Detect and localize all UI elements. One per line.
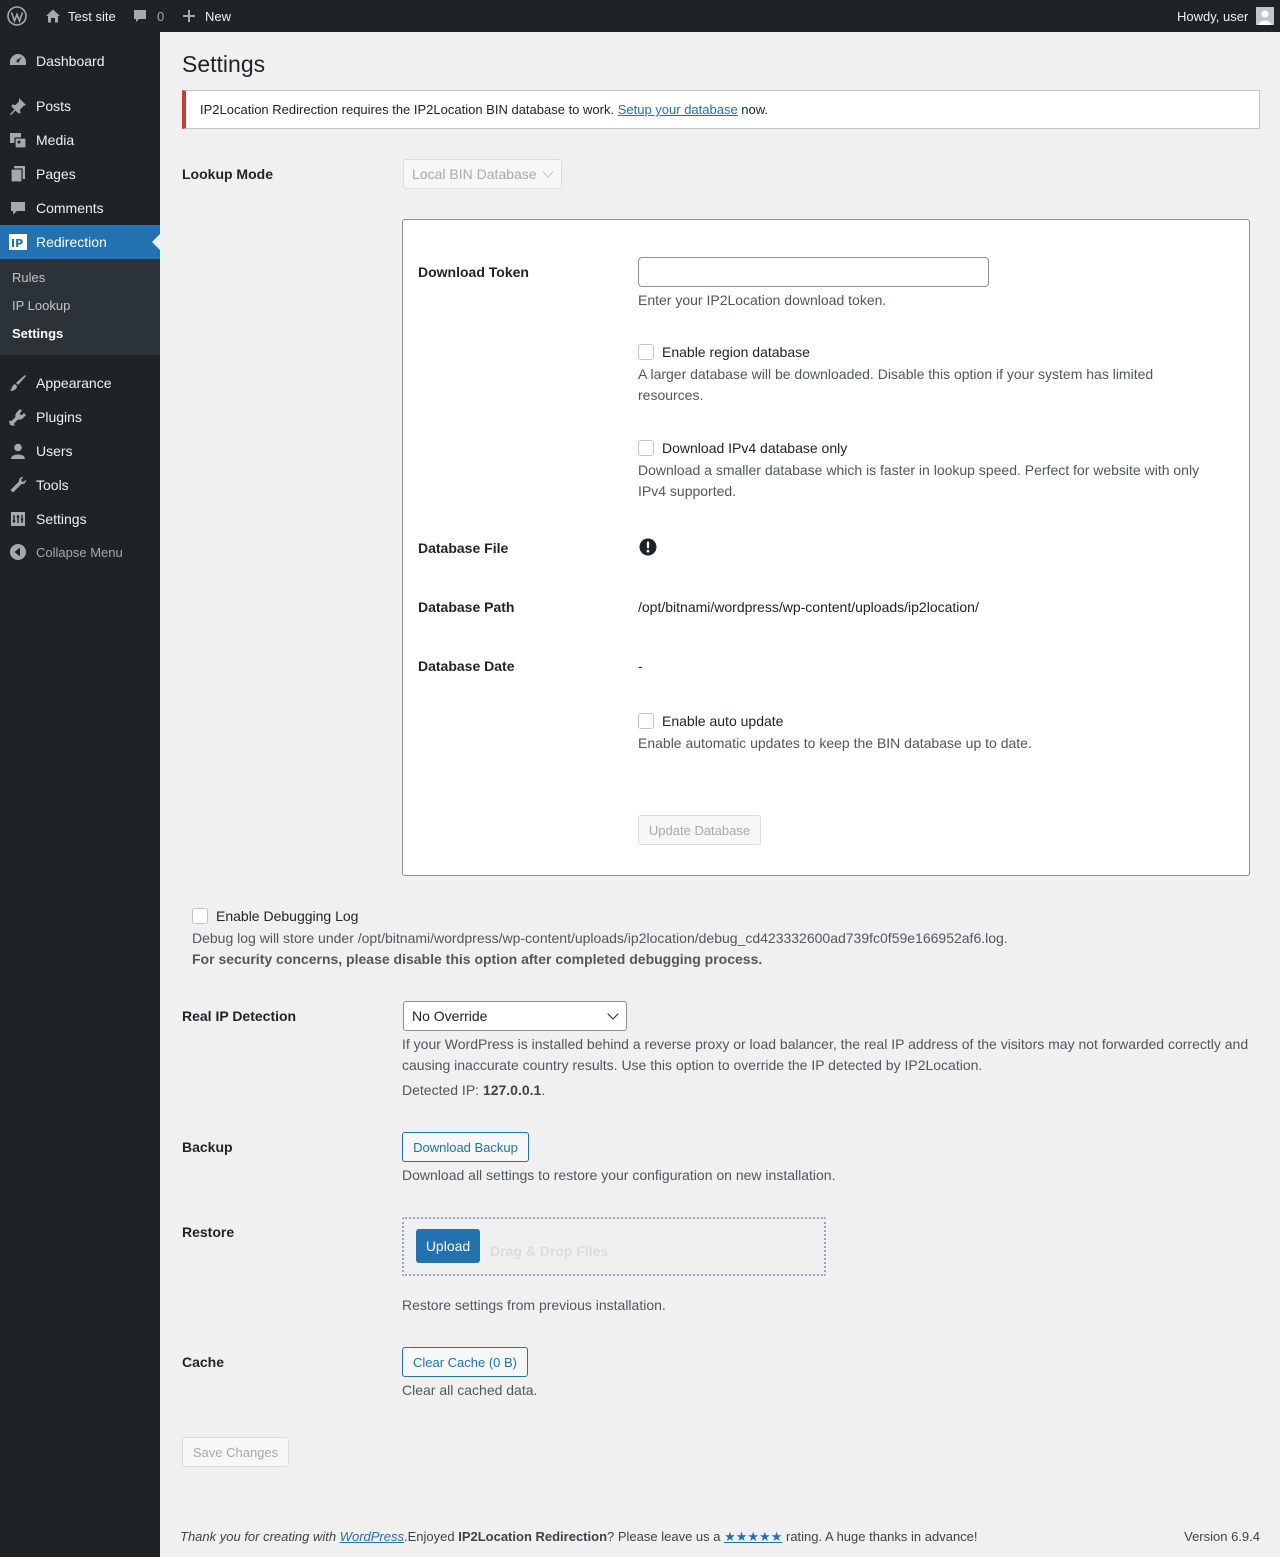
sidebar-item-redirection[interactable]: IP Redirection [0, 225, 160, 259]
download-token-label: Download Token [418, 264, 529, 280]
sidebar-item-users[interactable]: Users [0, 434, 160, 468]
bin-database-panel [402, 219, 1250, 876]
wrench-icon [10, 476, 27, 493]
restore-label: Restore [182, 1224, 235, 1240]
download-token-description: Enter your IP2Location download token. [638, 292, 887, 308]
sidebar-item-comments[interactable]: Comments [0, 191, 160, 225]
comments-count: 0 [157, 8, 165, 24]
avatar [1256, 7, 1275, 25]
lookup-mode-label: Lookup Mode [182, 166, 273, 182]
submenu-item-settings[interactable]: Settings [12, 324, 63, 344]
wordpress-link[interactable]: WordPress [340, 1529, 404, 1544]
new-content-link[interactable]: New [182, 0, 231, 32]
lookup-mode-select[interactable]: Local BIN Database [403, 159, 562, 189]
comment-icon [134, 10, 146, 22]
real-ip-detection-label: Real IP Detection [182, 1008, 297, 1024]
restore-description: Restore settings from previous installat… [402, 1297, 666, 1313]
auto-update-label[interactable]: Enable auto update [662, 713, 783, 729]
region-database-checkbox[interactable] [638, 344, 654, 360]
wordpress-logo-icon[interactable] [7, 0, 27, 32]
detected-ip-text: Detected IP: 127.0.0.1. [402, 1082, 546, 1098]
update-database-button[interactable]: Update Database [638, 815, 761, 845]
media-icon [10, 133, 27, 149]
database-date-label: Database Date [418, 658, 515, 674]
restore-dropzone[interactable]: Upload Drag & Drop Files [402, 1217, 826, 1276]
plugin-name: IP2Location Redirection [458, 1529, 608, 1544]
chevron-down-icon [542, 166, 554, 178]
site-home-link[interactable]: Test site [44, 0, 116, 32]
sidebar-item-tools[interactable]: Tools [0, 468, 160, 502]
paintbrush-icon [10, 375, 26, 391]
footer-text: Thank you for creating with WordPress.En… [180, 1529, 978, 1544]
ipv4-only-description: Download a smaller database which is fas… [638, 462, 1200, 499]
detected-ip-value: 127.0.0.1 [482, 1082, 542, 1098]
upload-button[interactable]: Upload [416, 1229, 480, 1263]
backup-description: Download all settings to restore your co… [402, 1167, 836, 1183]
submenu-item-ip-lookup[interactable]: IP Lookup [12, 296, 70, 316]
notice-text: IP2Location Redirection requires the IP2… [200, 102, 769, 117]
user-icon [11, 443, 25, 459]
sidebar-item-appearance[interactable]: Appearance [0, 366, 160, 400]
real-ip-description: If your WordPress is installed behind a … [402, 1036, 1249, 1073]
admin-bar: Test site 0 New Howdy, user [0, 0, 1280, 32]
plugin-icon [9, 409, 26, 426]
debug-log-description: Debug log will store under /opt/bitnami/… [192, 930, 1008, 946]
region-database-description: A larger database will be downloaded. Di… [638, 366, 1154, 403]
howdy-text: Howdy, user [1177, 8, 1249, 24]
real-ip-detection-select[interactable]: No Override [403, 1001, 627, 1031]
region-database-label[interactable]: Enable region database [662, 344, 810, 360]
cache-description: Clear all cached data. [402, 1382, 538, 1398]
current-menu-arrow [152, 234, 160, 250]
dashboard-icon [10, 54, 26, 65]
database-path-label: Database Path [418, 599, 515, 615]
auto-update-description: Enable automatic updates to keep the BIN… [638, 735, 1032, 751]
sidebar-item-posts[interactable]: Posts [0, 89, 160, 123]
plus-icon [183, 10, 195, 22]
chevron-down-icon [607, 1008, 619, 1020]
clear-cache-button[interactable]: Clear Cache (0 B) [402, 1347, 528, 1377]
database-file-label: Database File [418, 540, 509, 556]
site-name: Test site [68, 8, 116, 24]
comments-icon [11, 202, 25, 215]
redirection-submenu: Rules IP Lookup Settings [0, 259, 160, 355]
admin-sidebar: Dashboard Posts Media Pages Comments IP … [0, 32, 160, 1557]
error-notice: IP2Location Redirection requires the IP2… [182, 90, 1260, 129]
database-path-value: /opt/bitnami/wordpress/wp-content/upload… [638, 599, 979, 615]
wp-version: Version 6.9.4 [1184, 1529, 1260, 1544]
setup-database-link[interactable]: Setup your database [618, 102, 738, 117]
collapse-menu-button[interactable]: Collapse Menu [0, 535, 160, 569]
sidebar-item-plugins[interactable]: Plugins [0, 400, 160, 434]
ipv4-only-checkbox[interactable] [638, 440, 654, 456]
debugging-log-checkbox[interactable] [192, 908, 208, 924]
backup-label: Backup [182, 1139, 233, 1155]
drag-drop-text: Drag & Drop Files [490, 1243, 609, 1259]
new-label: New [205, 8, 232, 24]
debug-log-warning: For security concerns, please disable th… [192, 951, 763, 967]
sidebar-item-dashboard[interactable]: Dashboard [0, 44, 160, 78]
page-title: Settings [182, 51, 266, 77]
cache-label: Cache [182, 1354, 225, 1370]
exclamation-icon [639, 538, 657, 556]
comments-link[interactable]: 0 [132, 0, 164, 32]
auto-update-checkbox[interactable] [638, 713, 654, 729]
settings-icon [11, 512, 25, 526]
sidebar-item-media[interactable]: Media [0, 123, 160, 157]
pushpin-icon [10, 98, 26, 115]
svg-text:IP: IP [11, 237, 23, 250]
ipv4-only-label[interactable]: Download IPv4 database only [662, 440, 847, 456]
database-date-value: - [638, 658, 643, 674]
save-changes-button[interactable]: Save Changes [182, 1437, 289, 1467]
download-token-input[interactable] [638, 257, 989, 287]
sidebar-item-settings[interactable]: Settings [0, 502, 160, 536]
home-icon [46, 9, 60, 23]
rating-stars-link[interactable]: ★★★★★ [724, 1529, 782, 1544]
user-account-link[interactable]: Howdy, user [1177, 0, 1275, 32]
sidebar-item-pages[interactable]: Pages [0, 157, 160, 191]
pages-icon [10, 166, 25, 183]
submenu-item-rules[interactable]: Rules [12, 268, 45, 288]
collapse-arrow-icon [10, 544, 26, 560]
ip2location-icon: IP [9, 234, 27, 250]
download-backup-button[interactable]: Download Backup [402, 1132, 529, 1162]
debugging-log-label[interactable]: Enable Debugging Log [216, 908, 358, 924]
